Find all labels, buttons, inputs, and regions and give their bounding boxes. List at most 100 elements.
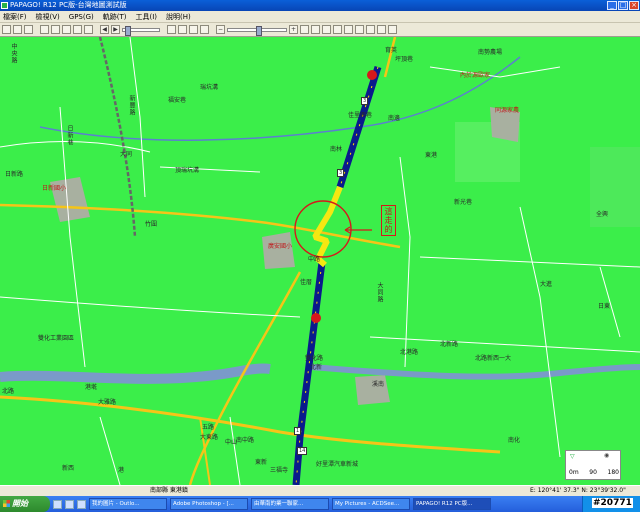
print-icon[interactable] <box>40 25 49 34</box>
map-label: 南林 <box>330 146 343 153</box>
scale-180: 180 <box>607 469 619 476</box>
watermark: #20771 <box>592 498 633 508</box>
map-label: 大進 <box>540 281 553 288</box>
minimize-button[interactable]: _ <box>607 1 617 10</box>
playback-slider[interactable] <box>122 25 160 36</box>
map-label: 瑞坑溝 <box>200 84 219 91</box>
stop-icon[interactable] <box>178 25 187 34</box>
map-label: 廣安國小 <box>268 243 293 250</box>
map-label: 南中路 <box>236 437 255 444</box>
map-label: 新西 <box>62 465 75 472</box>
map-label: 中山 <box>225 439 238 446</box>
compass-icon[interactable] <box>388 25 397 34</box>
menu-track[interactable]: 軌跡(T) <box>103 11 127 22</box>
menu-help[interactable]: 說明(H) <box>166 11 191 22</box>
start-button[interactable]: 開始 <box>0 496 50 512</box>
quicklaunch-icon[interactable] <box>77 499 86 509</box>
poi-icon[interactable] <box>355 25 364 34</box>
track-icon[interactable] <box>73 25 82 34</box>
play-icon[interactable]: ▶ <box>111 25 120 34</box>
map-label: 佳厝 <box>300 279 313 286</box>
papago-window: PAPAGO! R12 PC版-台灣地圖測試版 _ □ × 檔案(F) 檢視(V… <box>0 0 640 512</box>
new-icon[interactable] <box>2 25 11 34</box>
map-label: 大雅路 <box>98 399 117 406</box>
pause-icon[interactable] <box>189 25 198 34</box>
map-label: 日新國小 <box>42 185 67 192</box>
map-label: 雙化工業園區 <box>38 335 75 342</box>
scale-90: 90 <box>589 469 597 476</box>
compass-icon[interactable]: ◉ <box>604 452 609 459</box>
measure-icon[interactable] <box>344 25 353 34</box>
map-label: 雙化路 <box>305 355 324 362</box>
taskbar-item[interactable]: 由華南的業一聯家... <box>251 498 329 510</box>
zoom-out-icon[interactable]: − <box>216 25 225 34</box>
map-label: 中央路 <box>10 43 17 64</box>
status-bar: 南部縣 東港鎮 E: 120°41' 37.3" N: 23°39'32.0" <box>0 485 640 496</box>
map-label: 竹圍 <box>145 221 158 228</box>
menu-file[interactable]: 檔案(F) <box>3 11 27 22</box>
map-label: 佳里興巷 <box>348 112 373 119</box>
route-number-badge: 1 <box>294 427 302 435</box>
quicklaunch-icon[interactable] <box>53 499 62 509</box>
map-label: 南化 <box>508 437 521 444</box>
map-label: 坪頂巷 <box>395 56 414 63</box>
open-icon[interactable] <box>13 25 22 34</box>
status-coordinates: E: 120°41' 37.3" N: 23°39'32.0" <box>530 487 626 494</box>
title-bar[interactable]: PAPAGO! R12 PC版-台灣地圖測試版 _ □ × <box>0 0 640 11</box>
copy-icon[interactable] <box>51 25 60 34</box>
map-label: 大同路 <box>376 282 383 303</box>
forward-icon[interactable] <box>200 25 209 34</box>
map-label: 東新 <box>255 459 268 466</box>
rotate-icon[interactable] <box>322 25 331 34</box>
map-label: 頂瑞坑溝 <box>175 167 200 174</box>
back-icon[interactable]: ◀ <box>100 25 109 34</box>
menu-gps[interactable]: GPS(G) <box>69 11 94 22</box>
annotation-label: 這走的 <box>381 205 396 236</box>
map-label: 新豐路 <box>128 95 135 116</box>
map-canvas[interactable]: 育英 中央路 頂瑞坑溝 新豐路 日新路 日新國小 日新巷 福安巷 瑞坑溝 坪頂巷… <box>0 37 640 485</box>
map-label: 好里潭汽車新城 <box>316 461 359 468</box>
map-label: 北港路 <box>400 349 419 356</box>
quicklaunch-icon[interactable] <box>65 499 74 509</box>
taskbar-item[interactable]: PAPAGO! R12 PC版... <box>413 498 491 510</box>
map-label: 南勢農場 <box>478 49 503 56</box>
layer-icon[interactable] <box>333 25 342 34</box>
navigate-icon[interactable] <box>377 25 386 34</box>
map-label: 全興 <box>596 211 609 218</box>
map-label: 內於源歐家 <box>460 72 491 79</box>
map-label: 日東 <box>598 303 611 310</box>
window-title: PAPAGO! R12 PC版-台灣地圖測試版 <box>10 1 127 9</box>
map-label: 南邊 <box>388 115 401 122</box>
taskbar: 開始 我的圖片 - Outlo... Adobe Photoshop - [..… <box>0 496 640 512</box>
zoom-slider[interactable] <box>227 25 287 36</box>
gps-icon[interactable] <box>62 25 71 34</box>
taskbar-item[interactable]: Adobe Photoshop - [... <box>170 498 248 510</box>
map-label: 日新巷 <box>66 125 73 146</box>
route-icon[interactable] <box>366 25 375 34</box>
step-icon[interactable] <box>167 25 176 34</box>
map-label: 北新路 <box>440 341 459 348</box>
save-icon[interactable] <box>24 25 33 34</box>
map-label: 港 <box>118 467 125 474</box>
route-number-badge: 3 <box>337 169 345 177</box>
taskbar-item[interactable]: My Pictures - ACDSee... <box>332 498 410 510</box>
zoom-in-icon[interactable]: + <box>289 25 298 34</box>
map-label: 中路 <box>308 256 321 263</box>
menu-tools[interactable]: 工具(I) <box>136 11 158 22</box>
scale-0: 0m <box>569 469 579 476</box>
map-label: 北路新西一大 <box>475 355 512 362</box>
map-label: 新光巷 <box>454 199 473 206</box>
maximize-button[interactable]: □ <box>618 1 628 10</box>
pan-hand-icon[interactable] <box>311 25 320 34</box>
zoom-fit-icon[interactable] <box>300 25 309 34</box>
taskbar-item[interactable]: 我的圖片 - Outlo... <box>89 498 167 510</box>
app-icon <box>1 2 8 9</box>
close-button[interactable]: × <box>629 1 639 10</box>
map-label: 五路 <box>202 424 215 431</box>
map-label: 港墘 <box>85 384 98 391</box>
record-icon[interactable] <box>84 25 93 34</box>
map-label: 同源家農 <box>495 107 520 114</box>
route-number-badge: 3 <box>361 97 369 105</box>
menu-view[interactable]: 檢視(V) <box>36 11 60 22</box>
north-arrow-icon: ▽ <box>570 453 575 460</box>
